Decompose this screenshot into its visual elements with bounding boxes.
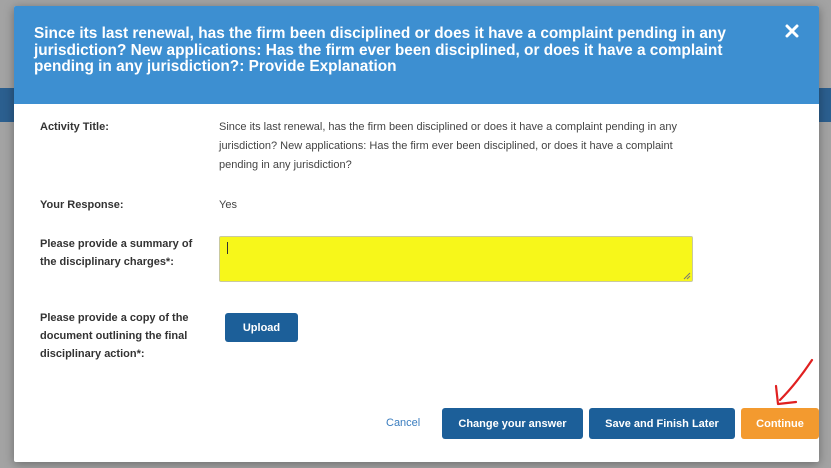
- document-label-line-3: disciplinary action*:: [40, 348, 145, 360]
- continue-button[interactable]: Continue: [741, 408, 819, 439]
- response-label: Your Response:: [40, 199, 124, 211]
- resize-grip-icon[interactable]: [682, 271, 691, 280]
- activity-title-value-line-3: pending in any jurisdiction?: [219, 159, 352, 171]
- summary-textarea[interactable]: [219, 236, 693, 282]
- activity-title-label: Activity Title:: [40, 121, 109, 133]
- activity-title-value-line-1: Since its last renewal, has the firm bee…: [219, 121, 677, 133]
- dialog-header: Since its last renewal, has the firm bee…: [14, 6, 819, 104]
- document-label-line-1: Please provide a copy of the: [40, 312, 189, 324]
- background-nav-strip: [0, 88, 14, 122]
- document-label-line-2: document outlining the final: [40, 330, 188, 342]
- save-finish-later-button[interactable]: Save and Finish Later: [589, 408, 735, 439]
- upload-button[interactable]: Upload: [225, 313, 298, 342]
- dialog-title: Since its last renewal, has the firm bee…: [34, 25, 726, 75]
- change-answer-button[interactable]: Change your answer: [442, 408, 583, 439]
- explanation-dialog: Since its last renewal, has the firm bee…: [14, 6, 819, 462]
- close-icon[interactable]: [785, 24, 805, 44]
- text-caret: [227, 242, 228, 254]
- annotation-arrow-icon: [774, 358, 814, 406]
- background-nav-strip: [819, 88, 831, 122]
- summary-label-line-1: Please provide a summary of: [40, 238, 193, 250]
- activity-title-value-line-2: jurisdiction? New applications: Has the …: [219, 140, 673, 152]
- cancel-button[interactable]: Cancel: [386, 417, 420, 429]
- response-value: Yes: [219, 199, 237, 211]
- summary-label-line-2: the disciplinary charges*:: [40, 256, 174, 268]
